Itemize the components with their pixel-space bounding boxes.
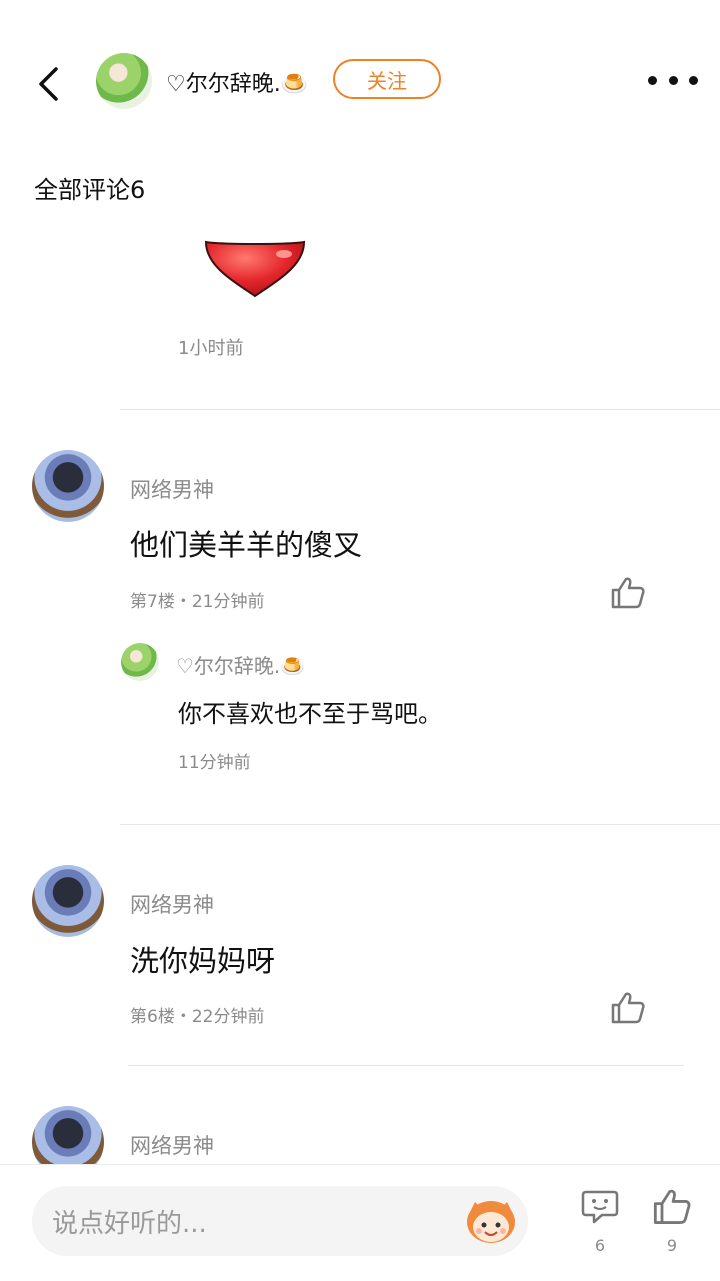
reply-time: 11分钟前 bbox=[178, 753, 251, 773]
author-name[interactable]: ♡尔尔辞晚.🍮 bbox=[166, 66, 308, 98]
heart-emoji-icon bbox=[204, 240, 306, 298]
commenter-name[interactable]: 网络男神 bbox=[130, 889, 214, 919]
thumb-up-icon[interactable] bbox=[610, 576, 646, 610]
reply-text: 你不喜欢也不至于骂吧。 bbox=[178, 700, 442, 728]
mascot-emoji-icon[interactable] bbox=[463, 1196, 519, 1246]
like-count: 9 bbox=[666, 1236, 678, 1255]
all-comments-title: 全部评论6 bbox=[34, 176, 146, 204]
comment-meta: 第7楼・21分钟前 bbox=[130, 592, 265, 612]
reply-time: 1小时前 bbox=[178, 338, 244, 359]
comment-text: 他们美羊羊的傻叉 bbox=[130, 528, 363, 562]
more-dots-icon bbox=[648, 75, 657, 85]
follow-button[interactable]: 关注 bbox=[333, 59, 441, 99]
reply-user-name[interactable]: ♡尔尔辞晚.🍮 bbox=[176, 650, 305, 679]
commenter-avatar[interactable] bbox=[32, 450, 104, 522]
divider bbox=[120, 824, 720, 825]
thumb-up-icon[interactable] bbox=[610, 991, 646, 1025]
back-button[interactable] bbox=[28, 62, 68, 106]
comment-input[interactable]: 说点好听的... bbox=[32, 1186, 528, 1256]
reply-avatar[interactable] bbox=[121, 643, 159, 681]
comment-bubble-icon[interactable] bbox=[580, 1186, 620, 1226]
commenter-avatar[interactable] bbox=[32, 865, 104, 937]
divider bbox=[120, 409, 720, 410]
commenter-name[interactable]: 网络男神 bbox=[130, 474, 214, 504]
author-avatar[interactable] bbox=[96, 53, 152, 109]
comment-text: 洗你妈妈呀 bbox=[130, 944, 276, 978]
back-arrow-icon bbox=[39, 67, 58, 101]
comment-meta: 第6楼・22分钟前 bbox=[130, 1007, 265, 1027]
more-options-button[interactable] bbox=[648, 62, 698, 98]
comment-count: 6 bbox=[594, 1236, 606, 1255]
commenter-name[interactable]: 网络男神 bbox=[130, 1130, 214, 1160]
thumb-up-icon[interactable] bbox=[652, 1188, 692, 1226]
divider bbox=[128, 1065, 684, 1066]
